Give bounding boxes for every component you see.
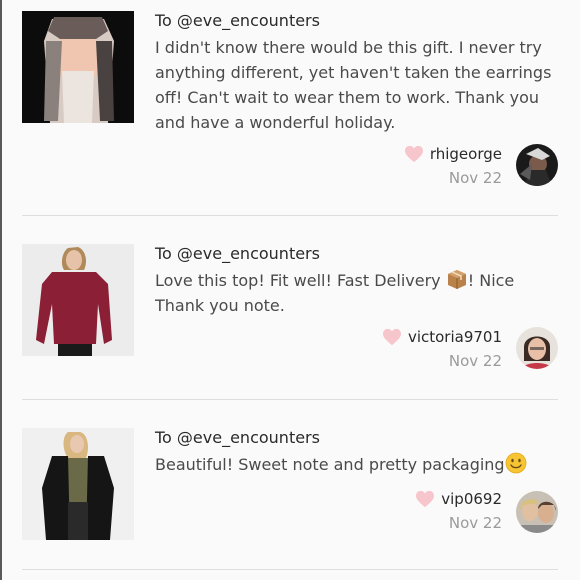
recipient-label: To @eve_encounters <box>155 244 320 263</box>
window-edge <box>0 0 2 580</box>
heart-icon[interactable] <box>382 328 402 346</box>
review-meta: rhigeorge Nov 22 <box>404 145 502 187</box>
review-card-3: To @eve_encounters Beautiful! Sweet note… <box>22 428 558 558</box>
package-emoji <box>447 270 466 289</box>
divider <box>22 569 558 570</box>
heart-icon[interactable] <box>415 490 435 508</box>
divider <box>22 399 558 400</box>
review-message: Beautiful! Sweet note and pretty packagi… <box>155 452 555 477</box>
review-message: I didn't know there would be this gift. … <box>155 38 552 132</box>
review-message-part: Love this top! Fit well! Fast Delivery <box>155 271 446 290</box>
review-message: Love this top! Fit well! Fast Delivery !… <box>155 268 555 318</box>
product-thumbnail-top[interactable] <box>22 244 134 356</box>
reviewer-username[interactable]: vip0692 <box>441 490 502 508</box>
review-message-part: Beautiful! Sweet note and pretty packagi… <box>155 455 505 474</box>
reviewer-username[interactable]: victoria9701 <box>408 328 502 346</box>
review-date: Nov 22 <box>448 352 502 370</box>
review-card-2: To @eve_encounters Love this top! Fit we… <box>22 244 558 374</box>
reviewer-avatar[interactable] <box>516 144 558 186</box>
reviewer-username[interactable]: rhigeorge <box>430 145 502 163</box>
divider <box>22 215 558 216</box>
product-thumbnail-cardigan[interactable] <box>22 428 134 540</box>
review-date: Nov 22 <box>448 169 502 187</box>
reviewer-avatar[interactable] <box>516 327 558 369</box>
review-card-1: To @eve_encounters I didn't know there w… <box>22 11 558 191</box>
smile-emoji <box>505 452 526 474</box>
review-meta: victoria9701 Nov 22 <box>382 328 502 370</box>
review-date: Nov 22 <box>448 514 502 532</box>
heart-icon[interactable] <box>404 145 424 163</box>
recipient-label: To @eve_encounters <box>155 11 320 30</box>
reviewer-avatar[interactable] <box>516 491 558 533</box>
recipient-label: To @eve_encounters <box>155 428 320 447</box>
product-thumbnail-scarf[interactable] <box>22 11 134 123</box>
review-meta: vip0692 Nov 22 <box>415 490 502 532</box>
